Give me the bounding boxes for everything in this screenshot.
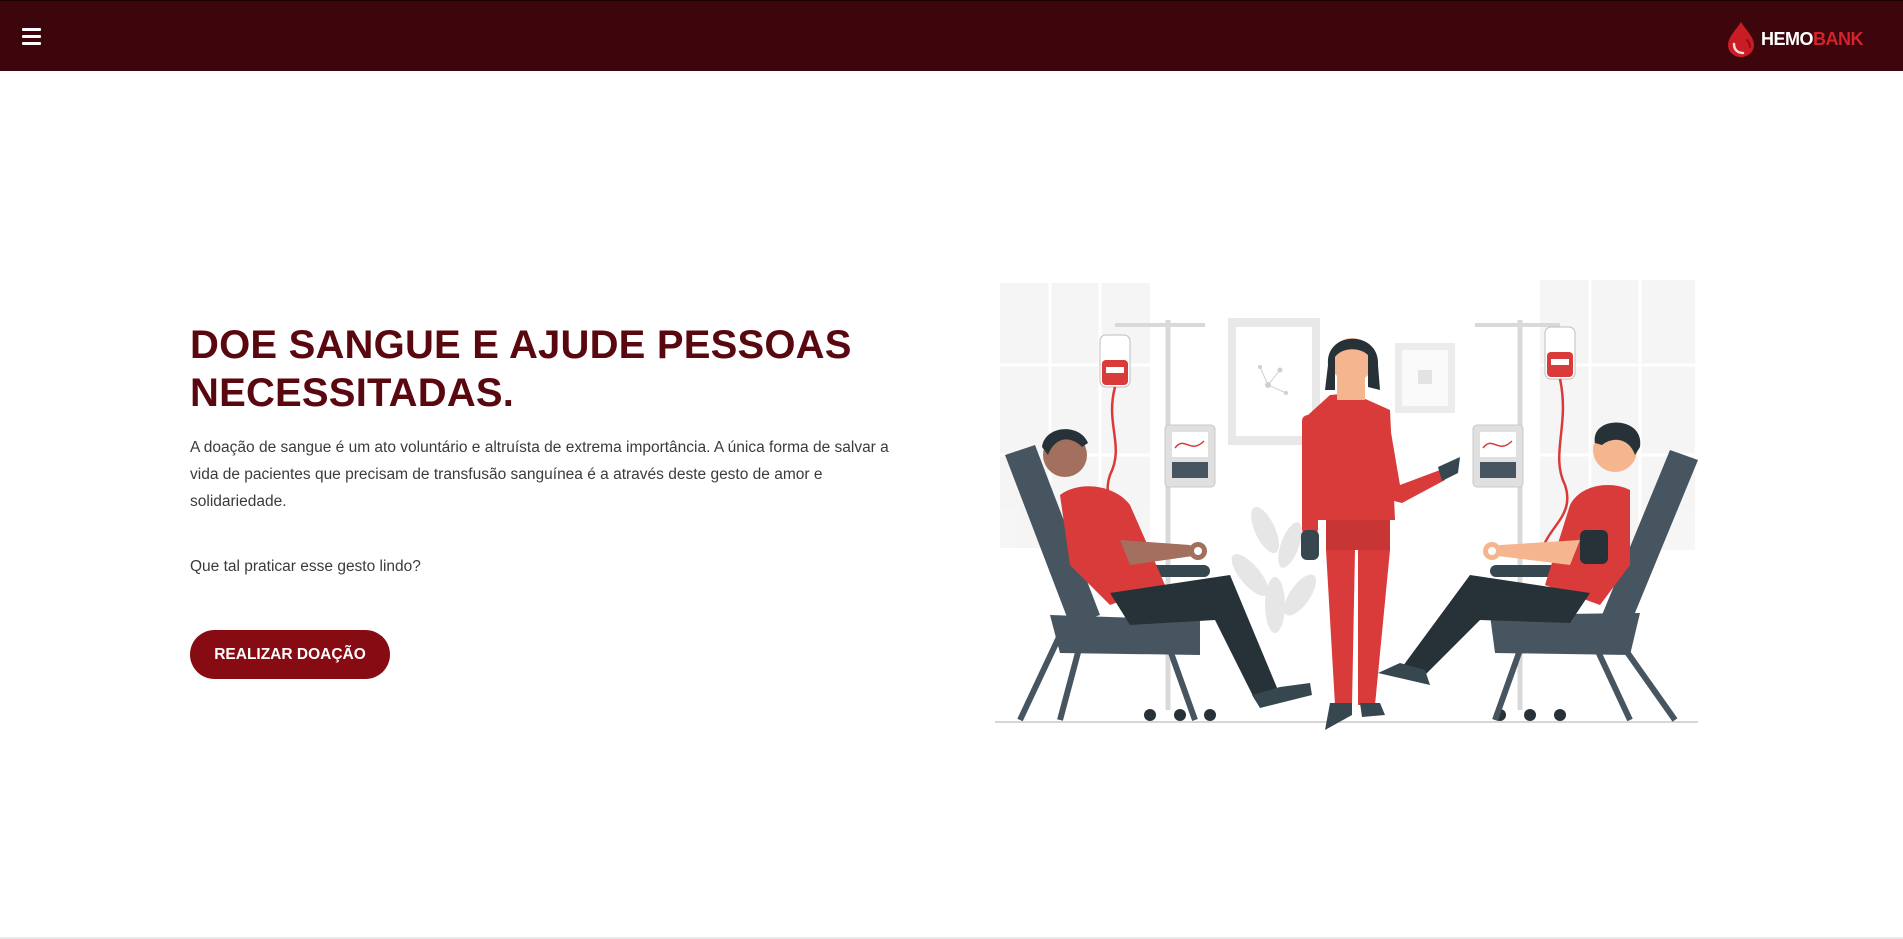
logo-text-bank: BANK bbox=[1813, 28, 1864, 49]
iv-stand-right bbox=[1472, 320, 1576, 721]
blood-donation-illustration bbox=[995, 280, 1698, 730]
donate-button[interactable]: REALIZAR DOAÇÃO bbox=[190, 630, 390, 679]
hamburger-menu-icon[interactable] bbox=[22, 28, 42, 46]
hero-question: Que tal praticar esse gesto lindo? bbox=[190, 558, 421, 575]
hemobank-logo[interactable]: HEMOBANK bbox=[1725, 21, 1864, 57]
top-navbar: HEMOBANK bbox=[0, 0, 1903, 71]
logo-text-hemo: HEMO bbox=[1761, 28, 1814, 49]
hero-title: DOE SANGUE E AJUDE PESSOAS NECESSITADAS. bbox=[190, 323, 852, 415]
blood-drop-icon bbox=[1728, 22, 1754, 57]
hero-description: A doação de sangue é um ato voluntário e… bbox=[190, 439, 889, 510]
